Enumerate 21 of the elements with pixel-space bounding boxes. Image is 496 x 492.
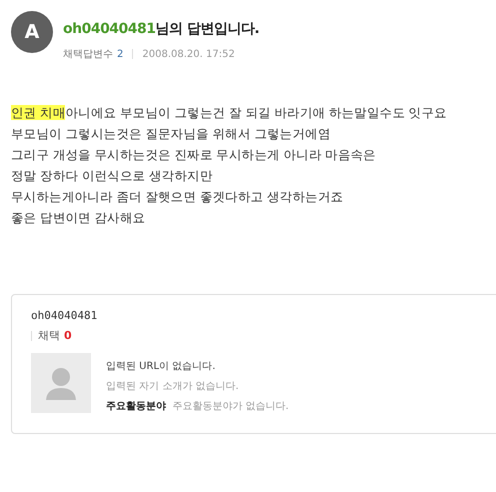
avatar-letter: A bbox=[24, 21, 40, 43]
adopted-label: 채택답변수 bbox=[63, 48, 113, 61]
adopted-label: 채택 bbox=[38, 328, 60, 343]
highlighted-text: 인권 치매 bbox=[11, 105, 66, 120]
answer-text: 그리구 개성을 무시하는것은 진짜로 무시하는게 아니라 마음속은 bbox=[11, 147, 376, 162]
adopted-count: 2 bbox=[117, 48, 124, 60]
answer-text: 아니에요 부모님이 그렇는건 잘 되길 바라기애 하는말일수도 잇구요 bbox=[65, 105, 447, 120]
field-value: 주요활동분야가 없습니다. bbox=[172, 401, 289, 412]
profile-username: oh04040481 bbox=[31, 309, 98, 322]
profile-url: 입력된 URL이 없습니다. bbox=[106, 360, 216, 373]
profile-intro: 입력된 자기 소개가 없습니다. bbox=[106, 380, 240, 393]
answer-date: 2008.08.20. 17:52 bbox=[142, 48, 235, 60]
answer-text: 정말 장하다 이런식으로 생각하지만 bbox=[11, 168, 213, 183]
answer-title: 님의 답변입니다. bbox=[156, 21, 260, 37]
answer-text: 좋은 답변이면 감사해요 bbox=[11, 210, 146, 225]
adopted-count: 0 bbox=[64, 329, 72, 342]
answer-text: 부모님이 그렇시는것은 질문자님을 위해서 그렇는거에염 bbox=[11, 126, 330, 141]
username-link[interactable]: oh04040481 bbox=[63, 21, 156, 37]
field-label: 주요활동분야 bbox=[106, 401, 166, 412]
profile-placeholder-icon bbox=[31, 353, 91, 413]
answer-text: 무시하는게아니라 좀더 잘햇으면 좋겟다하고 생각하는거죠 bbox=[11, 189, 344, 204]
